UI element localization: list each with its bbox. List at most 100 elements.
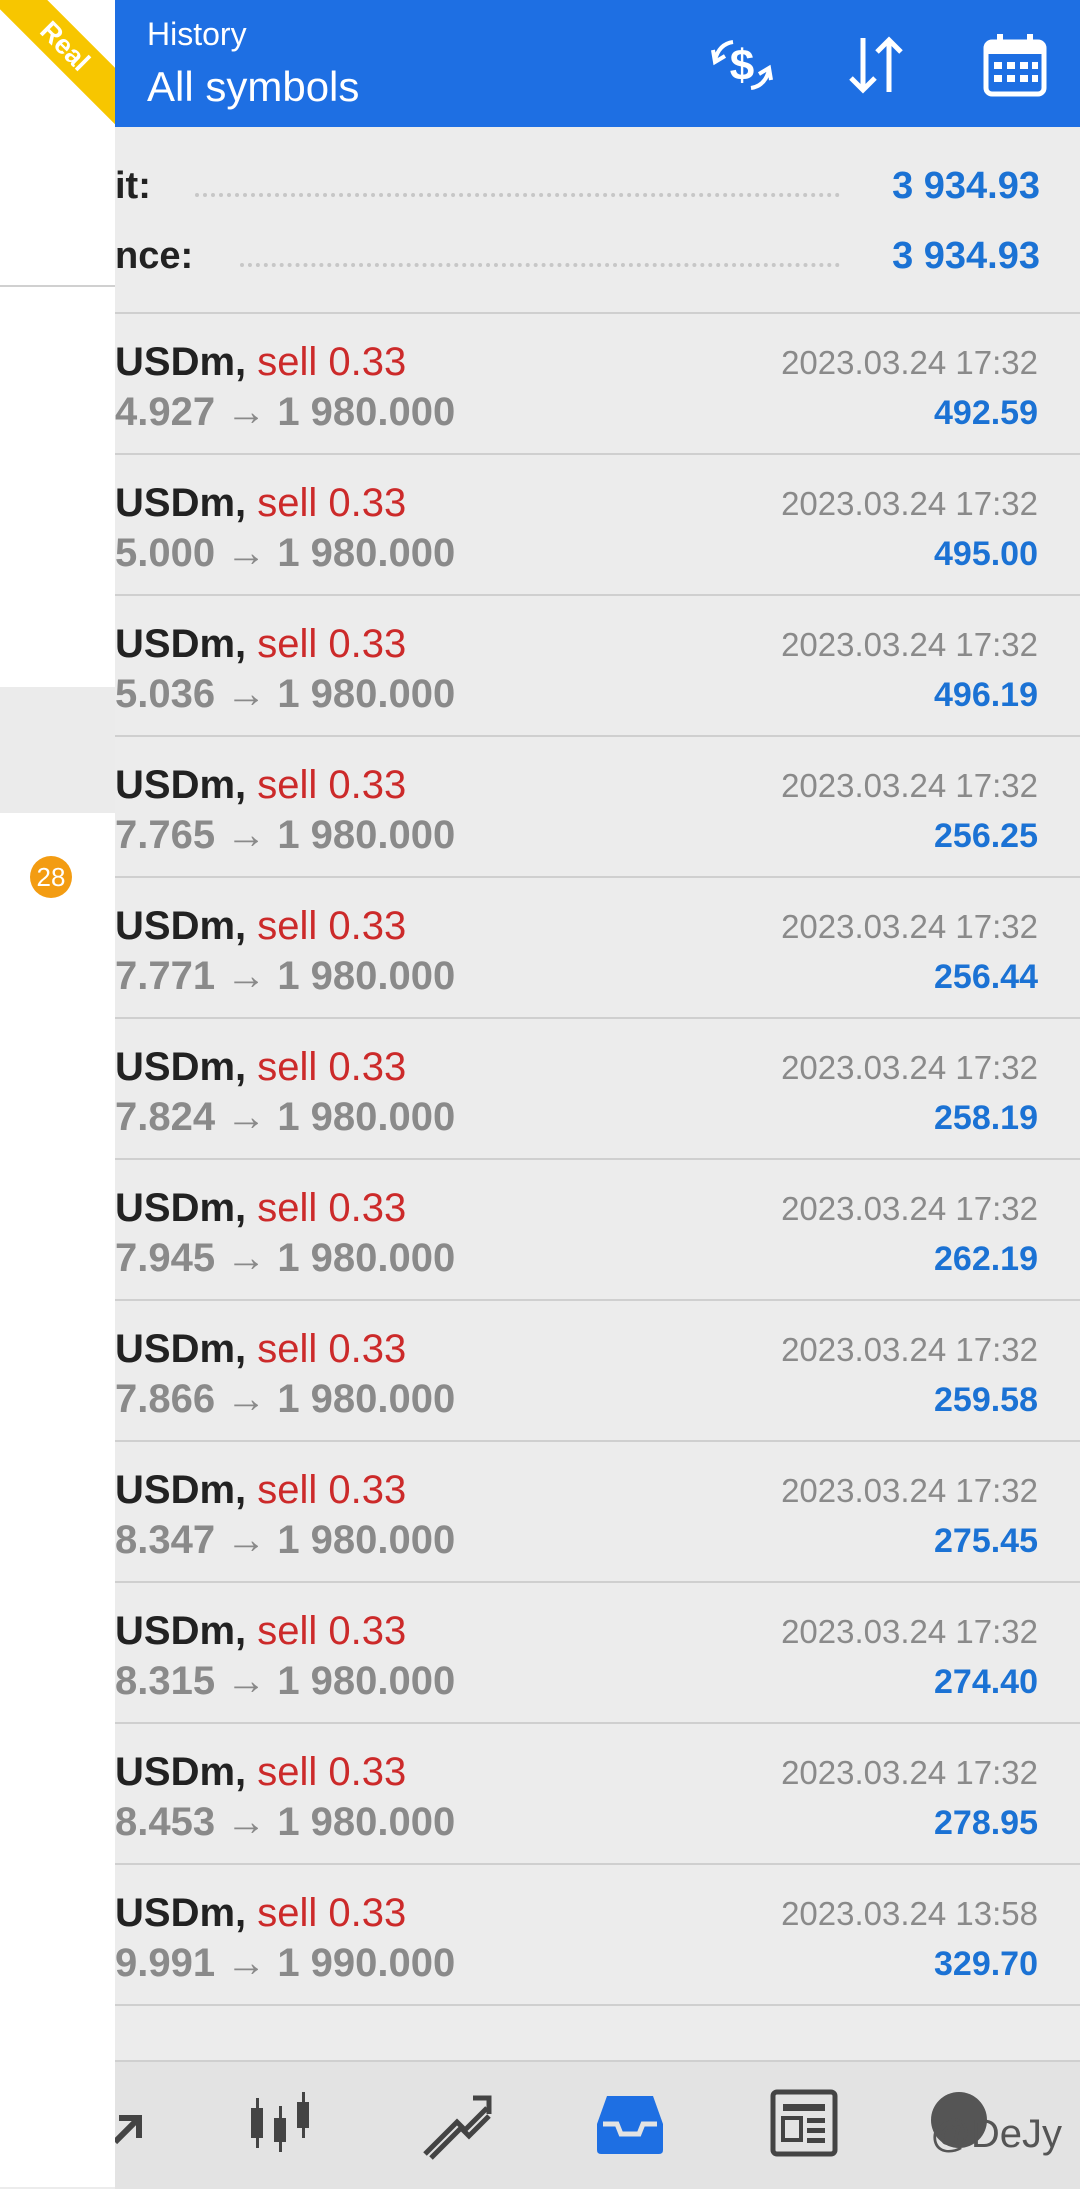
deal-profit: 258.19 — [934, 1099, 1038, 1137]
deal-symbol: USDm, sell 0.33 — [115, 1750, 406, 1795]
deal-symbol: USDm, sell 0.33 — [115, 1045, 406, 1090]
drawer-selected-item[interactable] — [0, 687, 115, 813]
summary-label: nce: — [115, 235, 194, 277]
summary-value: 3 934.93 — [892, 235, 1040, 277]
symbol-filter[interactable]: All symbols — [147, 63, 359, 111]
sort-icon[interactable] — [841, 30, 911, 100]
deal-row[interactable]: USDm, sell 0.33 7.771 → 1 980.000 2023.03.… — [115, 878, 1080, 1019]
dot-leader — [240, 263, 840, 267]
deal-row[interactable]: USDm, sell 0.33 9.991 → 1 990.000 2023.03.… — [115, 1865, 1080, 2006]
deal-symbol-name: USDm, — [115, 763, 247, 807]
deal-side: sell 0.33 — [257, 1327, 407, 1371]
calendar-icon[interactable] — [980, 30, 1050, 100]
deal-symbol-name: USDm, — [115, 1186, 247, 1230]
deal-time: 2023.03.24 17:32 — [781, 908, 1038, 945]
deal-symbol-name: USDm, — [115, 904, 247, 948]
dot-leader — [195, 193, 840, 197]
deal-row[interactable]: USDm, sell 0.33 8.453 → 1 980.000 2023.03.… — [115, 1724, 1080, 1865]
deal-prices: 8.453 → 1 980.000 — [115, 1800, 456, 1844]
deal-side: sell 0.33 — [257, 1609, 407, 1653]
deal-row[interactable]: USDm, sell 0.33 7.765 → 1 980.000 2023.03.… — [115, 737, 1080, 878]
summary-panel: it: 3 934.93 nce: 3 934.93 — [115, 127, 1080, 313]
deal-side: sell 0.33 — [257, 622, 407, 666]
deal-row[interactable]: USDm, sell 0.33 5.000 → 1 980.000 2023.03.… — [115, 455, 1080, 596]
deal-side: sell 0.33 — [257, 481, 407, 525]
deal-symbol: USDm, sell 0.33 — [115, 1891, 406, 1936]
deal-row[interactable]: USDm, sell 0.33 7.945 → 1 980.000 2023.03.… — [115, 1160, 1080, 1301]
deal-time: 2023.03.24 17:32 — [781, 626, 1038, 663]
deal-row[interactable]: USDm, sell 0.33 7.824 → 1 980.000 2023.03.… — [115, 1019, 1080, 1160]
deal-row[interactable]: USDm, sell 0.33 7.866 → 1 980.000 2023.03.… — [115, 1301, 1080, 1442]
deal-symbol: USDm, sell 0.33 — [115, 1327, 406, 1372]
deal-prices: 7.866 → 1 980.000 — [115, 1377, 456, 1421]
summary-row-balance: nce: 3 934.93 — [115, 227, 1040, 287]
deal-row[interactable]: USDm, sell 0.33 8.315 → 1 980.000 2023.03.… — [115, 1583, 1080, 1724]
svg-text:$: $ — [730, 41, 754, 90]
deal-prices: 7.765 → 1 980.000 — [115, 813, 456, 857]
watermark: @DeJy — [930, 2112, 1062, 2156]
deal-prices: 9.991 → 1 990.000 — [115, 1941, 456, 1985]
deal-profit: 259.58 — [934, 1381, 1038, 1419]
deal-prices: 5.000 → 1 980.000 — [115, 531, 456, 575]
deal-symbol-name: USDm, — [115, 1468, 247, 1512]
app-header: History All symbols $ — [115, 0, 1080, 127]
deal-profit: 329.70 — [934, 1945, 1038, 1983]
history-icon[interactable] — [591, 2084, 669, 2162]
deal-profit: 496.19 — [934, 676, 1038, 714]
currency-exchange-icon[interactable]: $ — [707, 30, 777, 100]
deal-profit: 278.95 — [934, 1804, 1038, 1842]
deal-symbol: USDm, sell 0.33 — [115, 904, 406, 949]
chart-icon[interactable] — [241, 2084, 319, 2162]
deal-symbol-name: USDm, — [115, 1750, 247, 1794]
summary-label: it: — [115, 165, 151, 207]
deal-symbol: USDm, sell 0.33 — [115, 622, 406, 667]
deal-prices: 5.036 → 1 980.000 — [115, 672, 456, 716]
deal-side: sell 0.33 — [257, 904, 407, 948]
deal-prices: 7.945 → 1 980.000 — [115, 1236, 456, 1280]
deal-time: 2023.03.24 17:32 — [781, 1049, 1038, 1086]
deal-side: sell 0.33 — [257, 1186, 407, 1230]
deal-side: sell 0.33 — [257, 1891, 407, 1935]
quotes-icon[interactable] — [105, 2084, 183, 2162]
deal-prices: 7.824 → 1 980.000 — [115, 1095, 456, 1139]
trade-icon[interactable] — [417, 2084, 495, 2162]
deal-symbol-name: USDm, — [115, 481, 247, 525]
deal-row[interactable]: USDm, sell 0.33 5.036 → 1 980.000 2023.03.… — [115, 596, 1080, 737]
deal-time: 2023.03.24 13:58 — [781, 1895, 1038, 1932]
header-subtitle: History — [147, 16, 247, 52]
deal-symbol-name: USDm, — [115, 1045, 247, 1089]
deal-profit: 256.44 — [934, 958, 1038, 996]
deal-row[interactable]: USDm, sell 0.33 4.927 → 1 980.000 2023.03.… — [115, 314, 1080, 455]
deal-time: 2023.03.24 17:32 — [781, 1472, 1038, 1509]
summary-row-profit: it: 3 934.93 — [115, 157, 1040, 217]
deal-time: 2023.03.24 17:32 — [781, 485, 1038, 522]
summary-value: 3 934.93 — [892, 165, 1040, 207]
account-type-ribbon: Real — [0, 0, 115, 135]
deal-side: sell 0.33 — [257, 340, 407, 384]
deal-profit: 492.59 — [934, 394, 1038, 432]
deal-profit: 262.19 — [934, 1240, 1038, 1278]
drawer-divider — [0, 285, 115, 287]
deal-symbol-name: USDm, — [115, 1891, 247, 1935]
deal-time: 2023.03.24 17:32 — [781, 1190, 1038, 1227]
deal-prices: 8.347 → 1 980.000 — [115, 1518, 456, 1562]
deal-time: 2023.03.24 17:32 — [781, 1331, 1038, 1368]
deal-profit: 256.25 — [934, 817, 1038, 855]
notification-badge: 28 — [30, 856, 72, 898]
deal-row[interactable]: USDm, sell 0.33 8.347 → 1 980.000 2023.03.… — [115, 1442, 1080, 1583]
bottom-navigation: @DeJy — [112, 2060, 1080, 2189]
deal-time: 2023.03.24 17:32 — [781, 344, 1038, 381]
deal-time: 2023.03.24 17:32 — [781, 1754, 1038, 1791]
deal-symbol-name: USDm, — [115, 340, 247, 384]
deal-profit: 495.00 — [934, 535, 1038, 573]
deal-time: 2023.03.24 17:32 — [781, 1613, 1038, 1650]
deal-symbol-name: USDm, — [115, 622, 247, 666]
deal-time: 2023.03.24 17:32 — [781, 767, 1038, 804]
deal-symbol: USDm, sell 0.33 — [115, 763, 406, 808]
deal-side: sell 0.33 — [257, 763, 407, 807]
deal-prices: 7.771 → 1 980.000 — [115, 954, 456, 998]
news-icon[interactable] — [765, 2084, 843, 2162]
deal-side: sell 0.33 — [257, 1750, 407, 1794]
deal-symbol: USDm, sell 0.33 — [115, 1186, 406, 1231]
deal-prices: 8.315 → 1 980.000 — [115, 1659, 456, 1703]
